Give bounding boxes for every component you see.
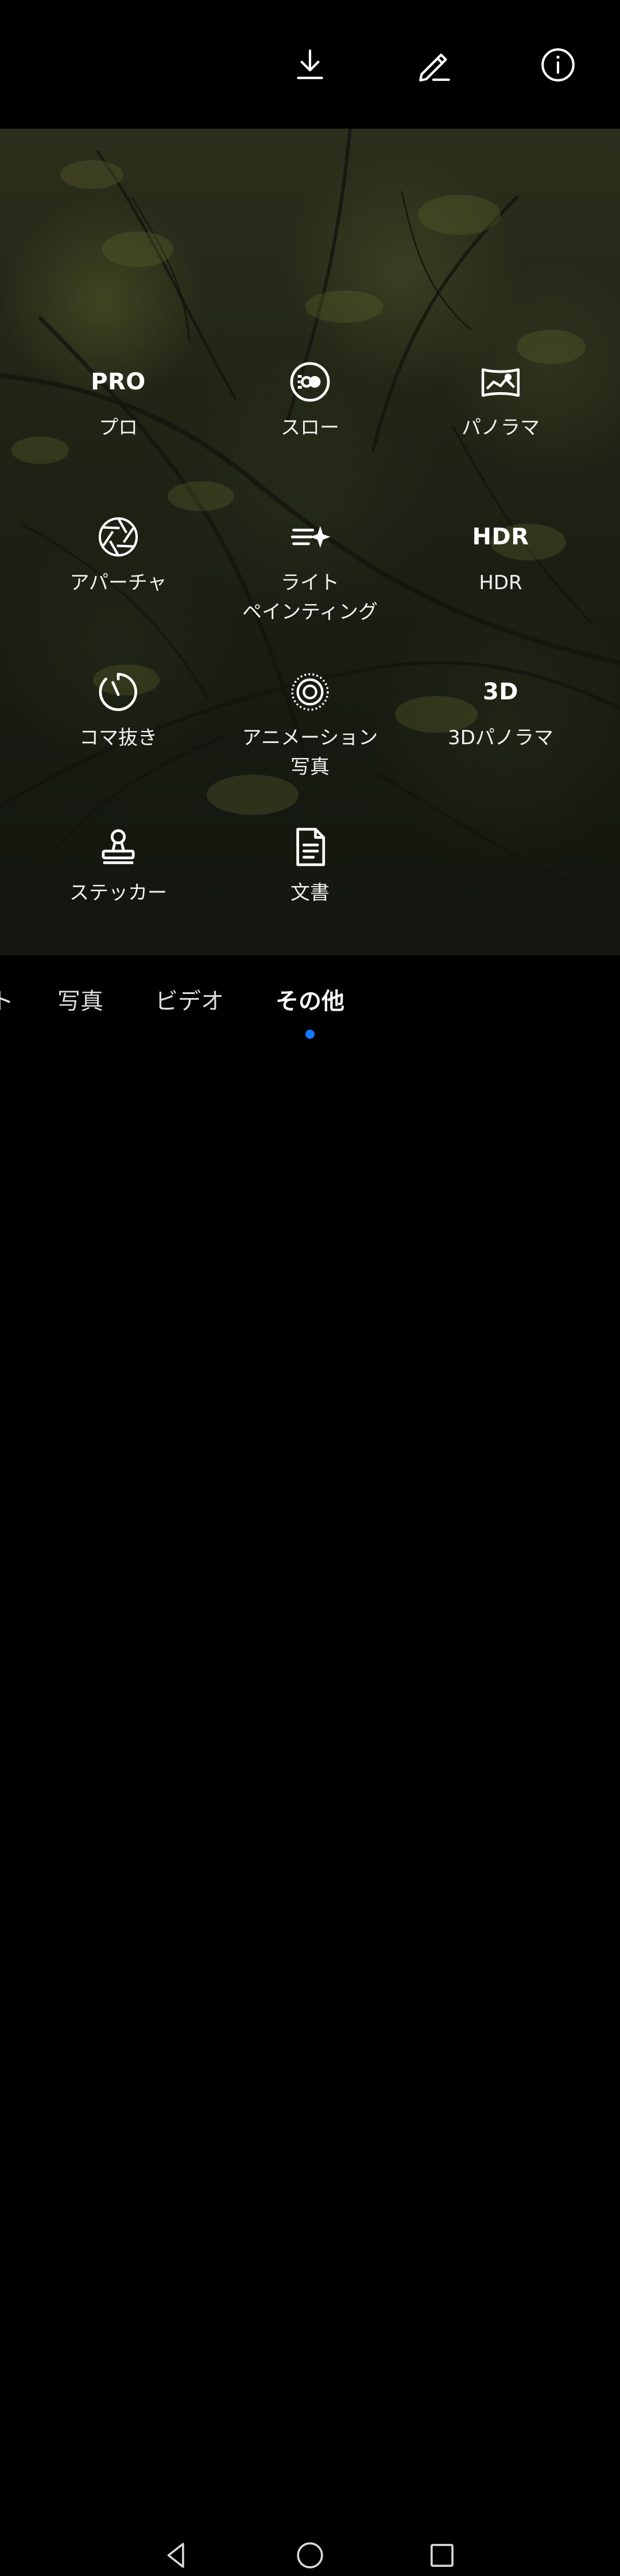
mode-label: 文書 bbox=[290, 881, 330, 904]
3d-panorama-icon: 3D bbox=[482, 679, 519, 705]
edit-icon[interactable] bbox=[412, 42, 458, 88]
tab-photo[interactable]: 写真 bbox=[57, 986, 103, 1017]
mode-label: 3Dパノラマ bbox=[448, 726, 553, 749]
mode-label: アニメーション 写真 bbox=[242, 726, 378, 779]
mode-document[interactable]: 文書 bbox=[230, 821, 390, 908]
back-icon[interactable] bbox=[156, 2535, 197, 2576]
mode-aperture[interactable]: アパーチャ bbox=[38, 511, 199, 598]
mode-animation-photo[interactable]: アニメーション 写真 bbox=[230, 666, 390, 782]
mode-panorama[interactable]: パノラマ bbox=[420, 356, 581, 443]
active-tab-indicator bbox=[305, 1030, 315, 1039]
tab-video[interactable]: ビデオ bbox=[155, 986, 224, 1017]
mode-sticker[interactable]: ステッカー bbox=[38, 821, 199, 908]
mode-label: アパーチャ bbox=[69, 571, 167, 594]
mode-label: HDR bbox=[479, 571, 522, 594]
mode-light-painting[interactable]: ライト ペインティング bbox=[230, 511, 390, 627]
slow-motion-icon bbox=[284, 356, 336, 408]
mode-label: ライト ペインティング bbox=[242, 571, 378, 624]
info-icon[interactable] bbox=[535, 42, 581, 88]
tab-more[interactable]: その他 bbox=[276, 986, 344, 1017]
tab-partial[interactable]: ト bbox=[0, 986, 14, 1017]
aperture-icon bbox=[92, 511, 144, 563]
mode-3d-panorama[interactable]: 3D 3Dパノラマ bbox=[420, 666, 581, 753]
mode-label: パノラマ bbox=[462, 416, 540, 439]
recents-icon[interactable] bbox=[421, 2535, 463, 2576]
mode-hdr[interactable]: HDR HDR bbox=[420, 511, 581, 598]
mode-time-lapse[interactable]: コマ抜き bbox=[38, 666, 199, 753]
document-icon bbox=[284, 821, 336, 873]
sticker-icon bbox=[92, 821, 144, 873]
light-painting-icon bbox=[284, 511, 336, 563]
mode-label: プロ bbox=[99, 416, 138, 439]
panorama-icon bbox=[475, 356, 526, 408]
mode-pro[interactable]: PRO プロ bbox=[38, 356, 199, 443]
mode-label: ステッカー bbox=[69, 881, 167, 904]
time-lapse-icon bbox=[92, 666, 144, 718]
download-icon[interactable] bbox=[287, 42, 333, 88]
home-icon[interactable] bbox=[289, 2535, 331, 2576]
system-navigation-bar bbox=[0, 1263, 620, 2569]
mode-slow-motion[interactable]: スロー bbox=[230, 356, 390, 443]
mode-label: スロー bbox=[281, 416, 339, 439]
animation-photo-icon bbox=[284, 666, 336, 718]
mode-label: コマ抜き bbox=[79, 726, 157, 749]
hdr-text-icon: HDR bbox=[472, 524, 529, 550]
top-toolbar bbox=[0, 0, 620, 129]
pro-text-icon: PRO bbox=[91, 369, 146, 395]
